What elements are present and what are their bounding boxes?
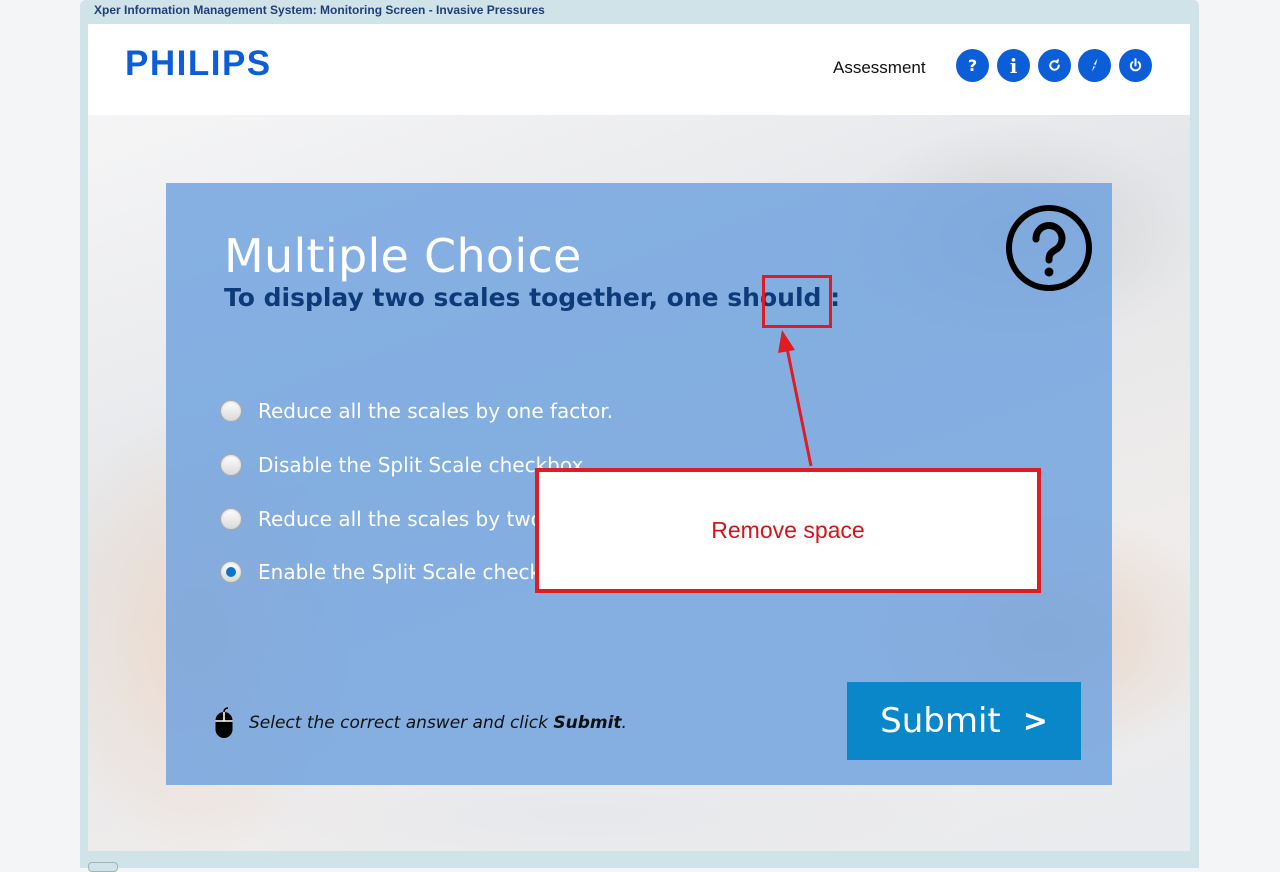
help-button[interactable]: ?	[956, 49, 989, 82]
compass-icon	[1091, 58, 1098, 72]
annotation-callout-text: Remove space	[711, 517, 865, 543]
question-type-title: Multiple Choice	[224, 229, 582, 283]
instruction: Select the correct answer and click Subm…	[214, 707, 627, 739]
header-bar: PHILIPS Assessment ? i	[88, 24, 1190, 115]
info-icon: i	[1009, 53, 1018, 78]
power-icon	[1129, 58, 1142, 72]
philips-logo: PHILIPS	[125, 44, 272, 83]
window-title: Xper Information Management System: Moni…	[94, 3, 545, 17]
answer-option[interactable]: Enable the Split Scale checkbox.	[220, 557, 584, 587]
question-prompt: To display two scales together, one shou…	[224, 283, 841, 312]
radio-button[interactable]	[220, 454, 242, 476]
refresh-icon	[1049, 58, 1060, 71]
glossary-button[interactable]	[1078, 49, 1111, 82]
app-window: Xper Information Management System: Moni…	[80, 0, 1199, 868]
submit-button[interactable]: Submit >	[847, 682, 1081, 760]
help-icon: ?	[967, 56, 978, 75]
section-label: Assessment	[833, 58, 926, 77]
mouse-icon	[215, 707, 233, 738]
exit-button[interactable]	[1119, 49, 1152, 82]
radio-button-selected[interactable]	[220, 561, 242, 583]
content-frame: PHILIPS Assessment ? i Multiple Choice T…	[88, 24, 1190, 851]
taskbar-tab[interactable]	[88, 862, 118, 872]
chevron-right-icon: >	[1022, 703, 1048, 739]
answer-option[interactable]: Reduce all the scales by one factor.	[220, 396, 613, 426]
instruction-text: Select the correct answer and click Subm…	[249, 713, 627, 733]
submit-label: Submit	[880, 701, 1001, 741]
question-mark-icon	[1006, 205, 1092, 291]
radio-button[interactable]	[220, 400, 242, 422]
answer-option-label: Reduce all the scales by one factor.	[258, 399, 614, 423]
annotation-highlight-box	[762, 275, 832, 328]
annotation-callout: Remove space	[535, 468, 1041, 593]
info-button[interactable]: i	[997, 49, 1030, 82]
radio-button[interactable]	[220, 508, 242, 530]
replay-button[interactable]	[1038, 49, 1071, 82]
